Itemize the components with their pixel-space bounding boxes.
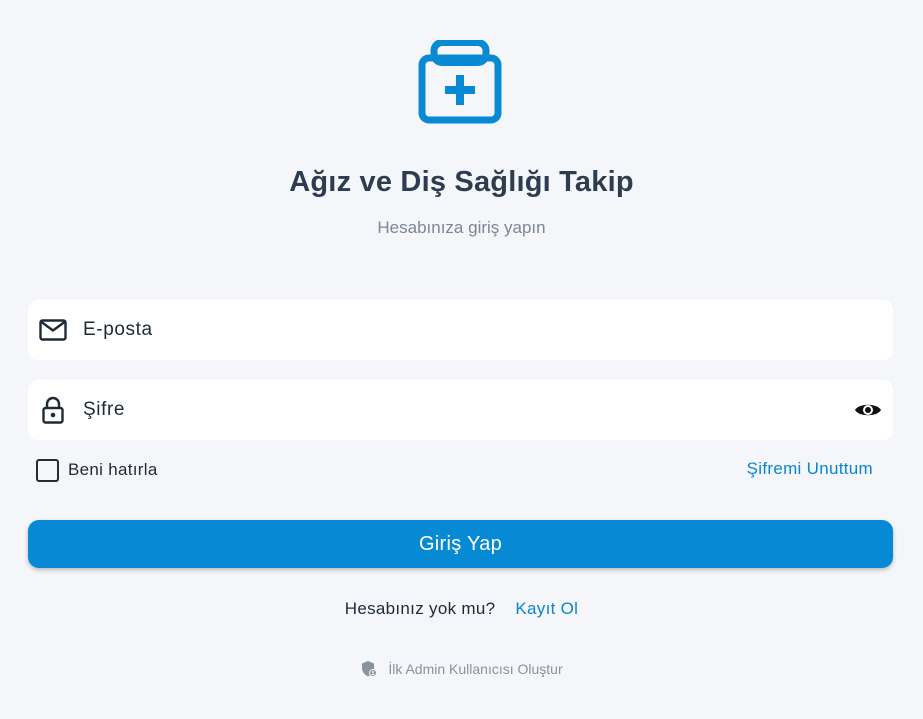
email-field[interactable]: E-posta <box>28 300 893 360</box>
password-placeholder: Şifre <box>83 399 126 420</box>
create-admin-label: İlk Admin Kullanıcısı Oluştur <box>388 661 563 677</box>
email-placeholder: E-posta <box>83 319 153 340</box>
app-title: Ağız ve Diş Sağlığı Takip <box>289 166 634 198</box>
signup-question: Hesabınız yok mu? <box>344 599 496 618</box>
admin-shield-icon <box>360 660 378 678</box>
lock-icon <box>39 396 67 424</box>
forgot-password-link[interactable]: Şifremi Unuttum <box>747 459 873 479</box>
login-subtitle: Hesabınıza giriş yapın <box>377 218 546 237</box>
signup-link[interactable]: Kayıt Ol <box>515 599 578 619</box>
create-admin-link[interactable]: İlk Admin Kullanıcısı Oluştur <box>0 660 923 678</box>
signup-row: Hesabınız yok mu? Kayıt Ol <box>0 599 923 619</box>
remember-me[interactable]: Beni hatırla <box>36 457 158 483</box>
medical-kit-icon <box>417 39 503 126</box>
remember-me-label: Beni hatırla <box>68 460 158 479</box>
mail-icon <box>39 316 67 344</box>
remember-me-checkbox[interactable] <box>36 458 59 482</box>
login-button[interactable]: Giriş Yap <box>28 520 893 568</box>
eye-icon[interactable] <box>853 395 883 425</box>
login-page: Ağız ve Diş Sağlığı Takip Hesabınıza gir… <box>0 0 923 719</box>
password-field[interactable]: Şifre <box>28 380 893 440</box>
